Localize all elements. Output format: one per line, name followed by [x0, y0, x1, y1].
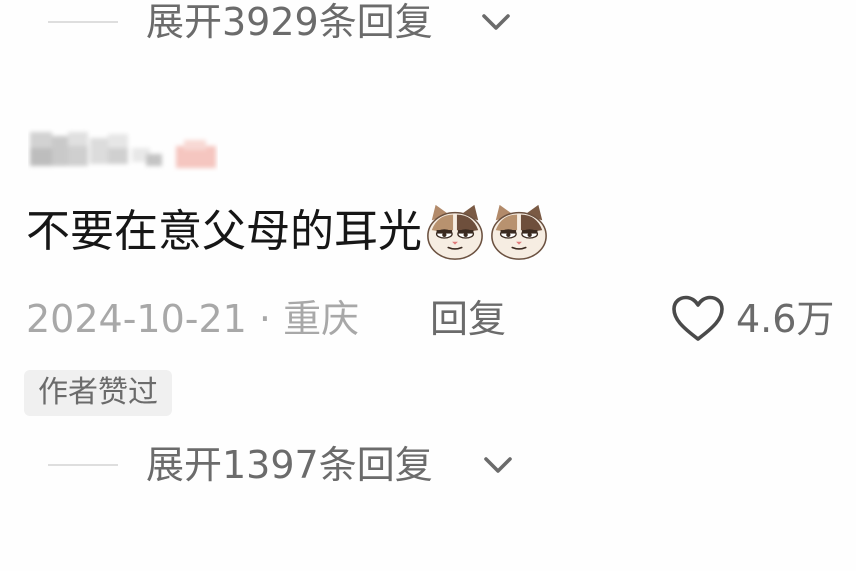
like-button[interactable]: 4.6万: [670, 293, 834, 345]
comment-body: 不要在意父母的耳光: [26, 206, 422, 257]
username-redacted[interactable]: [28, 128, 218, 172]
like-count: 4.6万: [736, 297, 835, 341]
comment-meta-row: 2024-10-21 · 重庆 回复 4.6万: [26, 293, 846, 345]
chevron-down-icon: [484, 457, 512, 473]
comment-text: 不要在意父母的耳光: [26, 200, 550, 264]
cat-face-emoji: [427, 204, 483, 260]
heart-outline-icon: [672, 295, 724, 341]
expand-replies-label: 展开1397条回复: [146, 443, 433, 487]
divider-line: [48, 464, 118, 466]
divider-line: [48, 21, 118, 23]
comment-date-location: 2024-10-21 · 重庆: [26, 297, 360, 341]
expand-replies-top[interactable]: 展开3929条回复: [0, 0, 560, 47]
expand-replies-label: 展开3929条回复: [146, 0, 433, 44]
cat-face-emoji: [491, 204, 547, 260]
author-liked-badge: 作者赞过: [24, 370, 172, 416]
expand-replies-bottom[interactable]: 展开1397条回复: [0, 440, 560, 490]
chevron-down-icon: [482, 14, 510, 30]
reply-button[interactable]: 回复: [430, 293, 506, 345]
